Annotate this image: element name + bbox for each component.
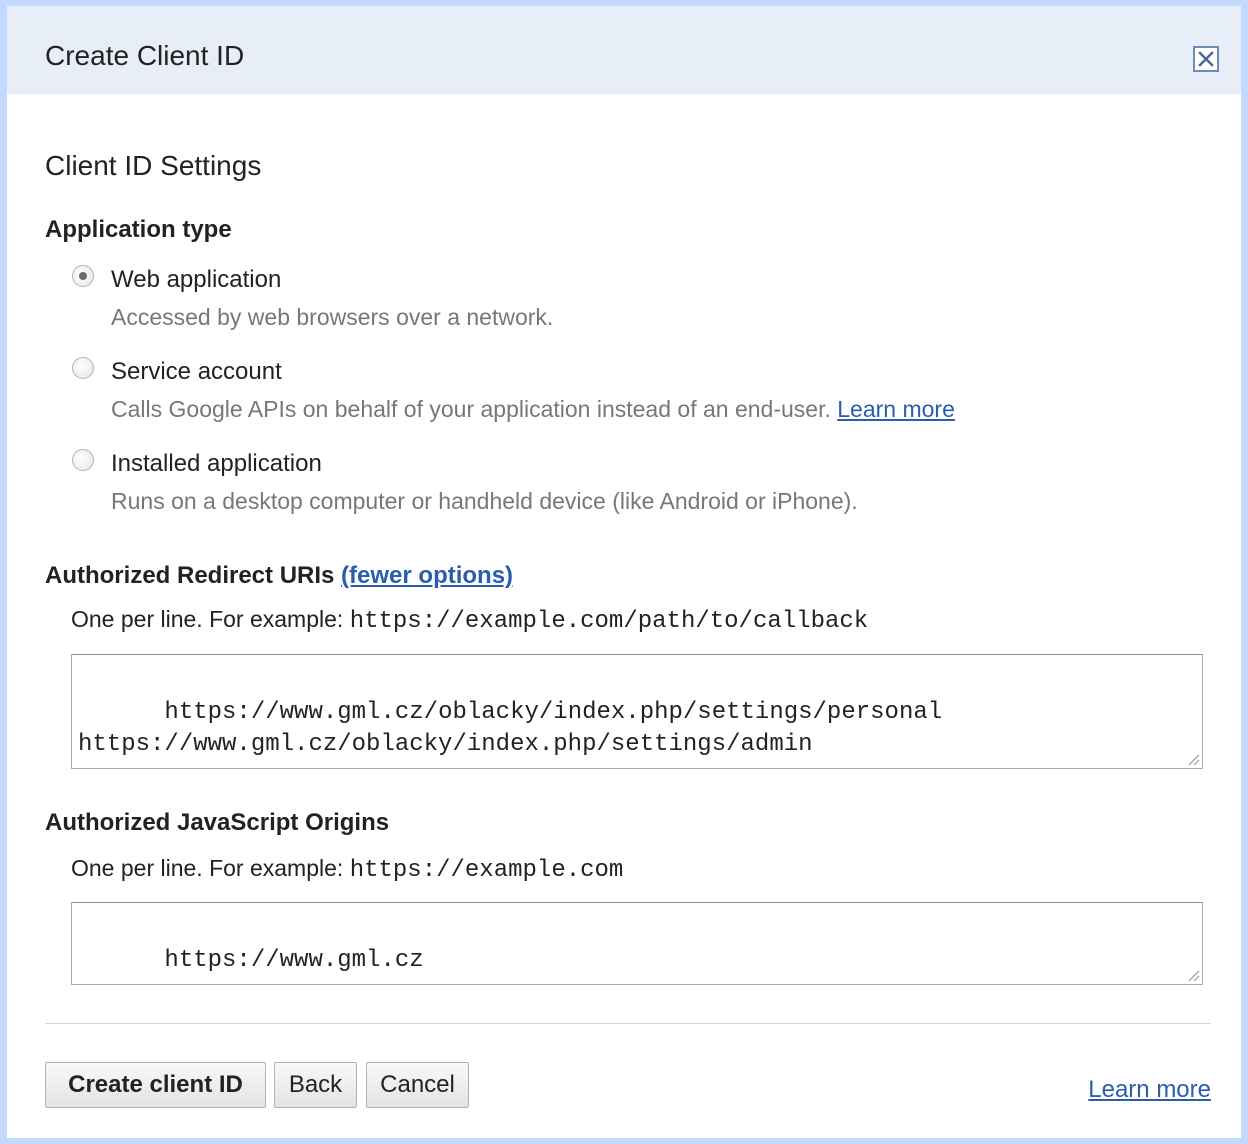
redirect-uris-label: Authorized Redirect URIs <box>45 562 335 589</box>
origins-hint-text: One per line. For example: <box>71 855 344 881</box>
resize-grip-icon[interactable] <box>1186 968 1200 982</box>
section-title: Client ID Settings <box>45 150 262 181</box>
learn-more-link-footer[interactable]: Learn more <box>1088 1078 1211 1102</box>
application-type-heading: Application type <box>45 216 232 243</box>
redirect-hint-text: One per line. For example: <box>71 606 344 632</box>
dialog-titlebar: Create Client ID <box>7 6 1241 94</box>
option-label-web-application[interactable]: Web application <box>111 268 281 292</box>
redirect-uris-value: https://www.gml.cz/oblacky/index.php/set… <box>78 699 943 758</box>
create-client-id-dialog: Create Client ID Client ID Settings Appl… <box>0 0 1248 1144</box>
option-description-web-application: Accessed by web browsers over a network. <box>111 304 554 330</box>
resize-grip-icon[interactable] <box>1186 752 1200 766</box>
fewer-options-link[interactable]: (fewer options) <box>341 562 513 589</box>
dialog-title: Create Client ID <box>45 40 245 71</box>
javascript-origins-hint: One per line. For example: https://examp… <box>71 857 623 883</box>
cancel-button[interactable]: Cancel <box>366 1062 469 1108</box>
redirect-uris-heading: Authorized Redirect URIs (fewer options) <box>45 564 513 588</box>
create-client-id-button[interactable]: Create client ID <box>45 1062 266 1108</box>
redirect-uris-hint: One per line. For example: https://examp… <box>71 608 868 634</box>
dialog-body: Create Client ID Client ID Settings Appl… <box>7 6 1241 1138</box>
redirect-uris-textarea[interactable]: https://www.gml.cz/oblacky/index.php/set… <box>71 654 1203 769</box>
option-label-service-account[interactable]: Service account <box>111 360 282 384</box>
option-description-installed-application: Runs on a desktop computer or handheld d… <box>111 488 858 514</box>
footer-divider <box>45 1023 1211 1024</box>
close-icon <box>1198 51 1214 67</box>
radio-service-account[interactable] <box>72 357 94 379</box>
option-description-service-account: Calls Google APIs on behalf of your appl… <box>111 398 955 421</box>
javascript-origins-textarea[interactable]: https://www.gml.cz <box>71 902 1203 985</box>
origins-hint-example: https://example.com <box>349 857 624 884</box>
javascript-origins-heading: Authorized JavaScript Origins <box>45 809 390 836</box>
redirect-hint-example: https://example.com/path/to/callback <box>349 608 869 635</box>
close-button[interactable] <box>1193 46 1219 72</box>
radio-web-application[interactable] <box>72 265 94 287</box>
service-account-description-text: Calls Google APIs on behalf of your appl… <box>111 396 831 422</box>
learn-more-link-service-account[interactable]: Learn more <box>837 396 955 422</box>
javascript-origins-value: https://www.gml.cz <box>164 947 424 974</box>
radio-installed-application[interactable] <box>72 449 94 471</box>
back-button[interactable]: Back <box>274 1062 357 1108</box>
option-label-installed-application[interactable]: Installed application <box>111 452 322 476</box>
